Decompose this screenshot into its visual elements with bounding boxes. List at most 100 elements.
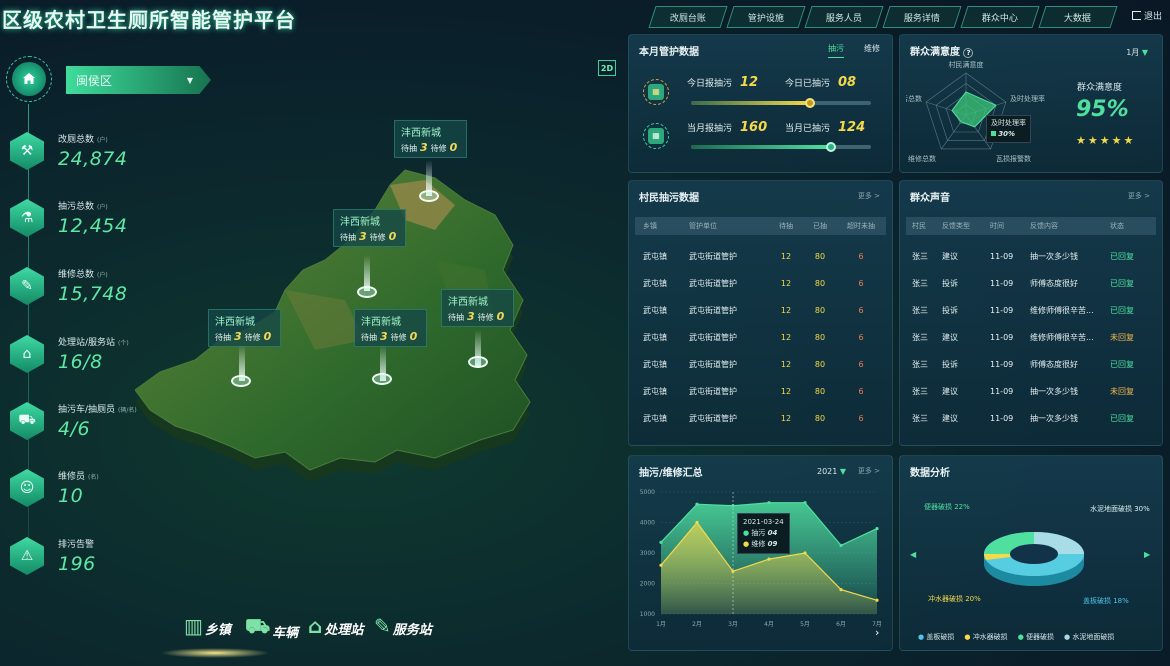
table-row[interactable]: 武屯镇 武屯街道管护 12 80 6 <box>635 351 886 378</box>
nav-staff[interactable]: 服务人员 <box>804 6 884 28</box>
home-button[interactable] <box>6 56 52 102</box>
tab-towns[interactable]: ▥ 乡镇 <box>184 614 231 638</box>
x-tick-label: 2月 <box>692 621 702 628</box>
table-cell: 已回复 <box>1110 414 1134 423</box>
stat-trucks: ⛟ 抽污车/抽厕员 (辆/名) 4/6 <box>10 402 137 440</box>
chevron-right-icon[interactable]: ▶ <box>1144 550 1150 559</box>
factory-icon: ⌂ <box>308 614 323 638</box>
table-header: 村民 反馈类型 时间 反馈内容 状态 <box>906 217 1156 235</box>
wrench-icon: ✎ <box>374 614 391 638</box>
series-point[interactable] <box>839 588 843 592</box>
nav-big-data[interactable]: 大数据 <box>1038 6 1118 28</box>
series-point[interactable] <box>875 527 879 531</box>
x-tick-label: 1月 <box>656 621 666 628</box>
series-point[interactable] <box>695 502 699 506</box>
y-tick-label: 5000 <box>640 489 655 496</box>
legend: ● 盖板破损 ● 冲水器破损 ● 便器破损 ● 水泥地面破损 <box>918 633 1115 641</box>
map-tip[interactable]: 沣西新城 待抽 3 待修 0 <box>333 209 407 247</box>
table-row[interactable]: 武屯镇 武屯街道管护 12 80 6 <box>635 405 886 432</box>
map-tip[interactable]: 沣西新城 待抽 3 待修 0 <box>441 289 515 327</box>
area-chart[interactable]: 100020003000400050001月 2月 3月 4月 5月 6月 7月 <box>631 484 889 650</box>
tab-service-stations[interactable]: ✎ 服务站 <box>374 614 432 638</box>
table-row[interactable]: 武屯镇 武屯街道管护 12 80 6 <box>635 270 886 297</box>
chevron-left-icon[interactable]: ◀ <box>910 550 916 559</box>
table-cell: 11-09 <box>990 414 1014 423</box>
tab-repair[interactable]: 维修 <box>864 43 880 58</box>
y-tick-label: 1000 <box>640 611 655 618</box>
series-point[interactable] <box>803 551 807 555</box>
rating-stars: ★★★★★ <box>1076 134 1136 147</box>
table-cell: 抽一次多少钱 <box>1030 414 1078 423</box>
tab-pump[interactable]: 抽污 <box>828 43 844 58</box>
year-select[interactable]: 2021 ▼ <box>817 467 846 476</box>
series-point[interactable] <box>659 563 663 567</box>
more-link[interactable]: 更多 > <box>858 466 880 476</box>
stat-repairers: ☺ 维修员 (名) 10 <box>10 469 99 507</box>
table-row[interactable]: 张三 建议 11-09 抽一次多少钱 已回复 <box>906 405 1156 432</box>
table-cell: 张三 <box>912 414 928 423</box>
nav-facilities[interactable]: 管护设施 <box>726 6 806 28</box>
series-point[interactable] <box>659 540 663 544</box>
series-point[interactable] <box>803 501 807 505</box>
stat-repair-total: ✎ 维修总数 (户) 15,748 <box>10 267 127 305</box>
series-point[interactable] <box>839 543 843 547</box>
series-point[interactable] <box>875 598 879 602</box>
panel-public-voice: 群众声音 更多 > 村民 反馈类型 时间 反馈内容 状态 张三 建议 11-09 抽一… <box>899 180 1163 446</box>
table-cell: 武屯镇 <box>643 387 667 396</box>
x-tick-label: 3月 <box>728 621 738 628</box>
caret-down-icon: ▼ <box>1141 48 1148 57</box>
table-row[interactable]: 张三 投诉 11-09 师傅态度很好 已回复 <box>906 270 1156 297</box>
table-row[interactable]: 武屯镇 武屯街道管护 12 80 6 <box>635 297 886 324</box>
table-cell: 抽一次多少钱 <box>1030 387 1078 396</box>
table-row[interactable]: 武屯镇 武屯街道管护 12 80 6 <box>635 324 886 351</box>
table-cell: 张三 <box>912 306 928 315</box>
logout-button[interactable]: 退出 <box>1132 9 1162 22</box>
table-cell: 80 <box>814 279 826 288</box>
more-link[interactable]: 更多 > <box>858 191 880 201</box>
table-cell: 建议 <box>942 252 958 261</box>
table-cell: 建议 <box>942 333 958 342</box>
district-select[interactable]: 闽侯区 ▼ <box>66 66 211 94</box>
map-tip[interactable]: 沣西新城 待抽 3 待修 0 <box>208 309 282 347</box>
table-cell: 武屯镇 <box>643 360 667 369</box>
x-tick-label: 6月 <box>836 621 846 628</box>
panel-satisfaction: 群众满意度 ? 1月 ▼ 村民满意度及时处理率瓦损报警数维修总数抽污总数 及时处… <box>899 34 1163 173</box>
worker-icon: ☺ <box>10 469 44 507</box>
table-row[interactable]: 张三 投诉 11-09 师傅态度很好 已回复 <box>906 351 1156 378</box>
table-cell: 张三 <box>912 360 928 369</box>
table-row[interactable]: 武屯镇 武屯街道管护 12 80 6 <box>635 243 886 270</box>
table-cell: 已回复 <box>1110 252 1134 261</box>
table-cell: 80 <box>814 360 826 369</box>
table-row[interactable]: 张三 投诉 11-09 维修师傅很辛苦... 已回复 <box>906 297 1156 324</box>
x-tick-label: 4月 <box>764 621 774 628</box>
analysis-label: 水泥地面破损 30% <box>1090 505 1150 513</box>
map-tip[interactable]: 沣西新城 待抽 3 待修 0 <box>394 120 468 158</box>
table-cell: 师傅态度很好 <box>1030 360 1078 369</box>
map-pin-base <box>419 190 439 202</box>
table-row[interactable]: 张三 建议 11-09 抽一次多少钱 已回复 <box>906 243 1156 270</box>
view-2d-toggle[interactable]: 2D <box>598 60 616 76</box>
tab-vehicles[interactable]: ⛟ 车辆 <box>245 614 298 641</box>
table-row[interactable]: 武屯镇 武屯街道管护 12 80 6 <box>635 378 886 405</box>
more-link[interactable]: 更多 > <box>1128 191 1150 201</box>
table-header: 乡镇 管护单位 待抽 已抽 超时未抽 <box>635 217 886 235</box>
table-row[interactable]: 张三 建议 11-09 抽一次多少钱 未回复 <box>906 378 1156 405</box>
table-row[interactable]: 张三 建议 11-09 维修师傅很辛苦... 未回复 <box>906 324 1156 351</box>
y-tick-label: 2000 <box>640 581 655 588</box>
chevron-right-icon[interactable]: › <box>875 626 879 639</box>
table-cell: 80 <box>814 252 826 261</box>
month-select[interactable]: 1月 ▼ <box>1126 47 1148 58</box>
tab-treatment-stations[interactable]: ⌂ 处理站 <box>308 614 363 638</box>
map-tip[interactable]: 沣西新城 待抽 3 待修 0 <box>354 309 428 347</box>
nav-public-center[interactable]: 群众中心 <box>960 6 1040 28</box>
series-point[interactable] <box>767 557 771 561</box>
nav-ledger[interactable]: 改厕台账 <box>648 6 728 28</box>
y-tick-label: 3000 <box>640 550 655 557</box>
nav-service-details[interactable]: 服务详情 <box>882 6 962 28</box>
series-point[interactable] <box>767 501 771 505</box>
series-point[interactable] <box>695 520 699 525</box>
radar-tooltip: 及时处理率 30% <box>986 115 1031 143</box>
panel-summary-chart: 抽污/维修汇总 2021 ▼ 更多 > 1000 2000 3000 4000 5000… <box>628 455 893 651</box>
table-cell: 未回复 <box>1110 333 1134 342</box>
home-icon <box>12 62 46 96</box>
